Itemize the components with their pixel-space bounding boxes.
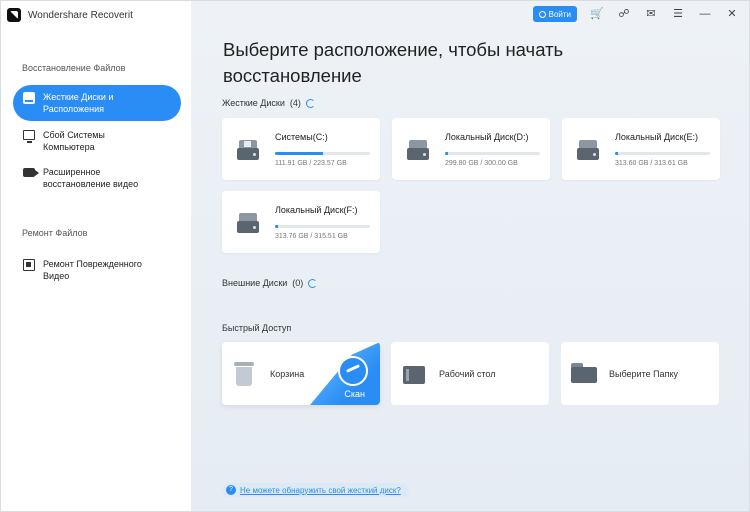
quick-access-trash[interactable]: Корзина Скан [222, 342, 380, 405]
app-window: Wondershare Recoverit Восстановление Фай… [0, 0, 750, 512]
recoverit-logo-icon [7, 8, 21, 22]
folder-icon [571, 363, 597, 383]
mail-icon[interactable]: ✉ [644, 7, 658, 21]
sidebar-item-system-crash[interactable]: Сбой Системы Компьютера [13, 123, 181, 159]
section-recovery-label: Восстановление Файлов [22, 63, 126, 73]
hard-drives-label: Жесткие Диски (4) [222, 98, 315, 108]
app-title: Wondershare Recoverit [28, 9, 133, 21]
question-icon: ? [226, 485, 236, 495]
hard-drive-icon [237, 140, 259, 160]
scan-button[interactable]: Скан [344, 389, 365, 399]
repair-video-icon [23, 259, 35, 271]
sidebar-item-label: Жесткие Диски и Расположения [43, 92, 114, 114]
drive-card-f[interactable]: Локальный Диск(F:) 313.76 GB / 315.51 GB [222, 191, 380, 253]
video-camera-icon [23, 168, 39, 177]
close-icon[interactable]: ✕ [725, 7, 739, 21]
desktop-icon [403, 363, 425, 385]
hard-drive-icon [407, 140, 429, 160]
page-title: Выберите расположение, чтобы начать восс… [223, 39, 564, 86]
usage-bar [275, 152, 370, 155]
sidebar-item-label: Сбой Системы Компьютера [43, 130, 105, 152]
sidebar-item-hard-drives[interactable]: Жесткие Диски и Расположения [13, 85, 181, 121]
topbar: Войти 🛒 ☍ ✉ ☰ — ✕ [532, 6, 739, 22]
hard-drive-icon [237, 213, 259, 233]
quick-access-select-folder[interactable]: Выберите Папку [561, 342, 719, 405]
sidebar: Wondershare Recoverit Восстановление Фай… [1, 1, 191, 511]
usage-bar [615, 152, 710, 155]
sidebar-item-label: Ремонт Поврежденного Видео [43, 259, 142, 281]
sidebar-item-label: Расширенное восстановление видео [43, 167, 139, 189]
drive-card-d[interactable]: Локальный Диск(D:) 299.80 GB / 300.00 GB [392, 118, 550, 180]
settings-icon[interactable]: ☰ [671, 7, 685, 21]
quick-access-desktop[interactable]: Рабочий стол [391, 342, 549, 405]
usage-bar [275, 225, 370, 228]
brand: Wondershare Recoverit [7, 8, 133, 22]
hard-drive-icon [23, 92, 35, 104]
drive-card-e[interactable]: Локальный Диск(E:) 313.60 GB / 313.61 GB [562, 118, 720, 180]
quick-access-label: Быстрый Доступ [222, 323, 292, 333]
main-panel: Войти 🛒 ☍ ✉ ☰ — ✕ Выберите расположение,… [191, 1, 749, 511]
cart-icon[interactable]: 🛒 [590, 7, 604, 21]
scan-icon[interactable] [338, 356, 368, 386]
sidebar-item-repair-video[interactable]: Ремонт Поврежденного Видео [13, 252, 181, 288]
sidebar-item-video-recovery[interactable]: Расширенное восстановление видео [13, 160, 181, 196]
help-link[interactable]: ? Не можете обнаружить свой жесткий диск… [222, 483, 409, 497]
refresh-icon[interactable] [308, 278, 318, 288]
trash-icon [234, 362, 254, 386]
hard-drive-icon [577, 140, 599, 160]
user-icon [538, 10, 546, 18]
usage-bar [445, 152, 540, 155]
refresh-icon[interactable] [305, 98, 315, 108]
computer-icon [23, 130, 35, 143]
section-repair-label: Ремонт Файлов [22, 228, 88, 238]
drive-card-c[interactable]: Системы(C:) 111.91 GB / 223.57 GB [222, 118, 380, 180]
headset-icon[interactable]: ☍ [617, 7, 631, 21]
minimize-icon[interactable]: — [698, 7, 712, 21]
login-button[interactable]: Войти [532, 6, 577, 22]
external-drives-label: Внешние Диски (0) [222, 278, 318, 288]
